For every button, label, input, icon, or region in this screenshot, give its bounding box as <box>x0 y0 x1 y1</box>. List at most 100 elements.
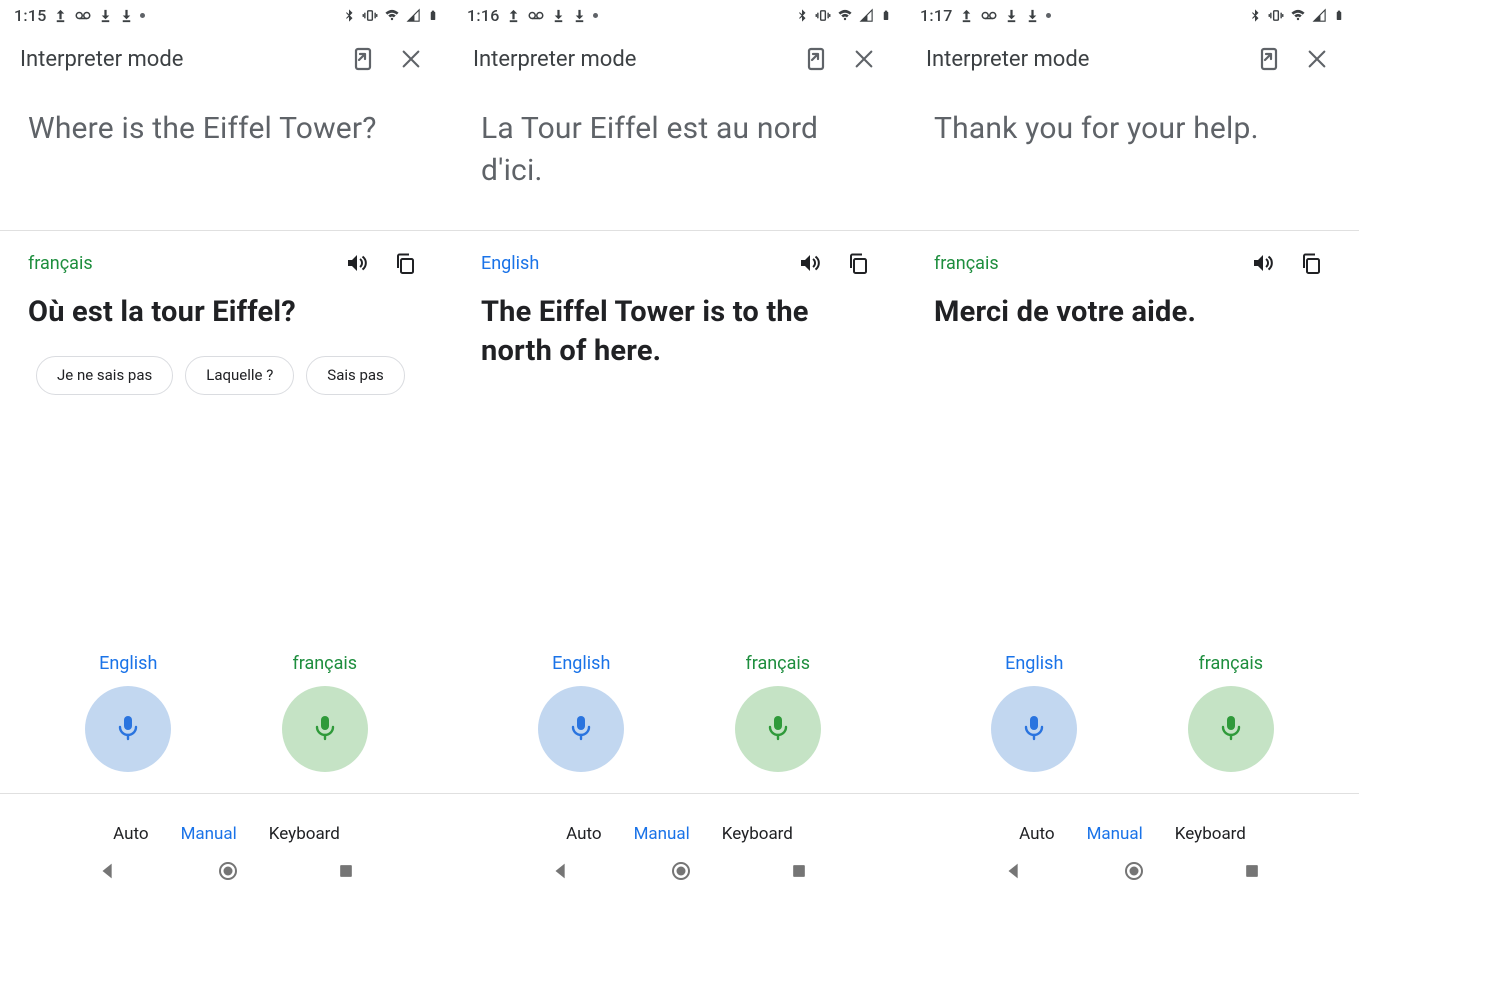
nav-home-button[interactable] <box>669 859 693 887</box>
copy-button[interactable] <box>381 251 429 275</box>
target-language-label: français <box>934 253 1239 274</box>
mode-keyboard[interactable]: Keyboard <box>1175 824 1246 844</box>
translation-text: Où est la tour Eiffel? <box>28 293 429 332</box>
cell-signal-icon <box>859 8 874 23</box>
download-icon <box>1004 8 1019 23</box>
status-time: 1:15 <box>14 6 47 25</box>
mic-english-button[interactable] <box>85 686 171 772</box>
nav-back-button[interactable] <box>97 860 119 886</box>
close-button[interactable] <box>1293 48 1341 70</box>
mode-auto[interactable]: Auto <box>566 824 601 844</box>
app-bar: Interpreter mode <box>453 28 906 90</box>
page-title: Interpreter mode <box>473 47 792 72</box>
mic-icon <box>567 713 595 745</box>
mic-english-label: English <box>552 653 610 674</box>
mic-francais-button[interactable] <box>282 686 368 772</box>
status-bar: 1:16 <box>453 0 906 28</box>
translation-text: The Eiffel Tower is to the north of here… <box>481 293 882 371</box>
source-text: La Tour Eiffel est au nord d'ici. <box>453 90 906 230</box>
android-nav-bar <box>0 850 453 896</box>
wifi-icon <box>837 8 853 23</box>
mic-english-label: English <box>99 653 157 674</box>
cell-signal-icon <box>1312 8 1327 23</box>
source-text: Where is the Eiffel Tower? <box>0 90 453 230</box>
divider <box>0 793 453 794</box>
divider <box>906 793 1359 794</box>
battery-icon <box>1333 8 1345 23</box>
bluetooth-icon <box>342 8 356 23</box>
nav-home-button[interactable] <box>1122 859 1146 887</box>
nav-home-button[interactable] <box>216 859 240 887</box>
target-language-label: English <box>481 253 786 274</box>
mic-icon <box>1020 713 1048 745</box>
present-to-device-button[interactable] <box>1245 46 1293 72</box>
mode-manual[interactable]: Manual <box>634 824 690 844</box>
nav-recent-button[interactable] <box>336 861 356 885</box>
nav-recent-button[interactable] <box>1242 861 1262 885</box>
speak-aloud-button[interactable] <box>1239 251 1287 275</box>
battery-icon <box>427 8 439 23</box>
vibrate-icon <box>362 8 378 23</box>
speak-aloud-button[interactable] <box>786 251 834 275</box>
voicemail-icon <box>527 8 545 23</box>
nav-recent-button[interactable] <box>789 861 809 885</box>
suggestion-chip[interactable]: Laquelle ? <box>185 356 294 395</box>
copy-button[interactable] <box>1287 251 1335 275</box>
app-bar: Interpreter mode <box>0 28 453 90</box>
nav-back-button[interactable] <box>550 860 572 886</box>
mic-francais-button[interactable] <box>1188 686 1274 772</box>
download-icon <box>1025 8 1040 23</box>
close-button[interactable] <box>840 48 888 70</box>
mode-keyboard[interactable]: Keyboard <box>269 824 340 844</box>
mic-english-button[interactable] <box>538 686 624 772</box>
more-notifications-icon <box>140 13 145 18</box>
download-icon <box>551 8 566 23</box>
source-text: Thank you for your help. <box>906 90 1359 230</box>
mode-manual[interactable]: Manual <box>181 824 237 844</box>
mic-francais-label: français <box>1198 653 1263 674</box>
mic-row: English français <box>906 653 1359 772</box>
present-to-device-button[interactable] <box>792 46 840 72</box>
android-nav-bar <box>453 850 906 896</box>
speak-aloud-button[interactable] <box>333 251 381 275</box>
mode-auto[interactable]: Auto <box>1019 824 1054 844</box>
mode-tabs: Auto Manual Keyboard <box>453 824 906 844</box>
upload-icon <box>53 8 68 23</box>
mic-row: English français <box>0 653 453 772</box>
mic-english-button[interactable] <box>991 686 1077 772</box>
mode-manual[interactable]: Manual <box>1087 824 1143 844</box>
download-icon <box>572 8 587 23</box>
download-icon <box>98 8 113 23</box>
phone-screen-0: 1:15 Interpreter mode Where is the Eiffe… <box>0 0 453 900</box>
copy-button[interactable] <box>834 251 882 275</box>
suggestion-chip[interactable]: Je ne sais pas <box>36 356 173 395</box>
mic-icon <box>114 713 142 745</box>
page-title: Interpreter mode <box>926 47 1245 72</box>
vibrate-icon <box>1268 8 1284 23</box>
vibrate-icon <box>815 8 831 23</box>
upload-icon <box>959 8 974 23</box>
wifi-icon <box>1290 8 1306 23</box>
bluetooth-icon <box>795 8 809 23</box>
mic-francais-button[interactable] <box>735 686 821 772</box>
status-time: 1:16 <box>467 6 500 25</box>
suggestion-chips: Je ne sais pas Laquelle ? Sais pas <box>28 332 429 395</box>
voicemail-icon <box>980 8 998 23</box>
mic-francais-label: français <box>745 653 810 674</box>
download-icon <box>119 8 134 23</box>
mode-tabs: Auto Manual Keyboard <box>0 824 453 844</box>
mode-auto[interactable]: Auto <box>113 824 148 844</box>
more-notifications-icon <box>593 13 598 18</box>
suggestion-chip[interactable]: Sais pas <box>306 356 405 395</box>
android-nav-bar <box>906 850 1359 896</box>
mic-row: English français <box>453 653 906 772</box>
close-button[interactable] <box>387 48 435 70</box>
nav-back-button[interactable] <box>1003 860 1025 886</box>
battery-icon <box>880 8 892 23</box>
cell-signal-icon <box>406 8 421 23</box>
translation-text: Merci de votre aide. <box>934 293 1335 332</box>
mode-keyboard[interactable]: Keyboard <box>722 824 793 844</box>
present-to-device-button[interactable] <box>339 46 387 72</box>
wifi-icon <box>384 8 400 23</box>
mic-english-label: English <box>1005 653 1063 674</box>
